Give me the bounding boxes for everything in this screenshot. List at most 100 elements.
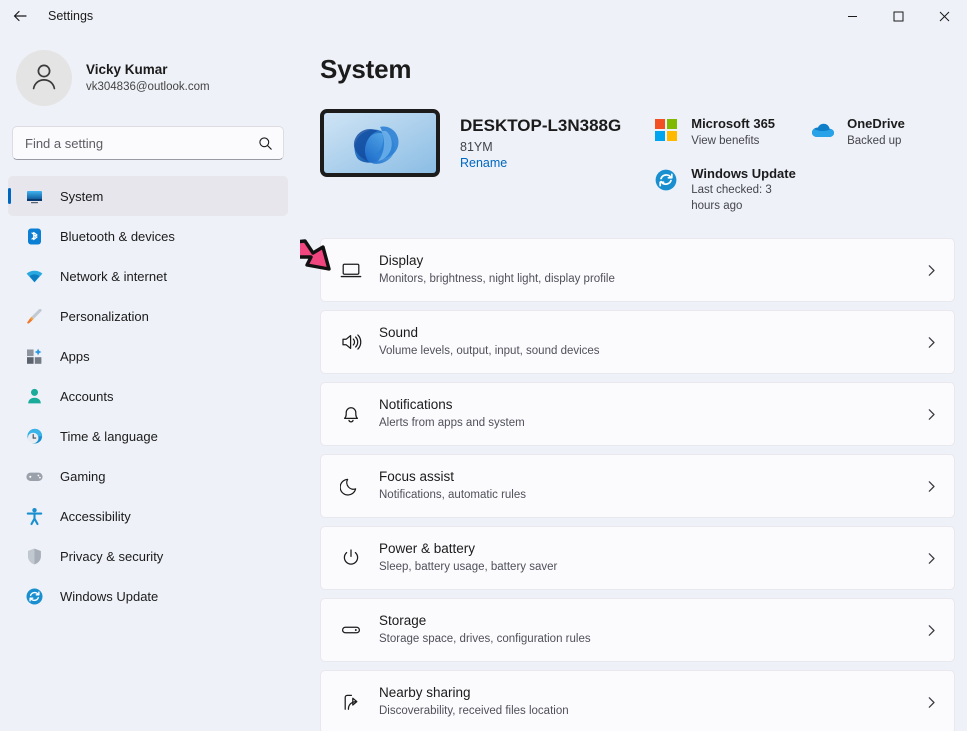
minimize-icon bbox=[847, 11, 858, 22]
chevron-right-icon[interactable] bbox=[925, 696, 938, 709]
sidebar-item-time-language[interactable]: Time & language bbox=[8, 416, 288, 456]
minimize-button[interactable] bbox=[829, 0, 875, 32]
chevron-right-icon[interactable] bbox=[925, 264, 938, 277]
microsoft-logo-icon bbox=[653, 117, 679, 143]
chevron-right-icon[interactable] bbox=[925, 480, 938, 493]
search-icon[interactable] bbox=[258, 136, 273, 151]
sidebar-item-label: Bluetooth & devices bbox=[60, 228, 175, 244]
status-card-subtitle: Backed up bbox=[847, 134, 902, 147]
chevron-right-icon[interactable] bbox=[925, 408, 938, 421]
back-button[interactable] bbox=[0, 0, 40, 32]
nearby-share-icon bbox=[333, 691, 369, 713]
sidebar: Vicky Kumar vk304836@outlook.com Find a … bbox=[0, 32, 300, 731]
maximize-button[interactable] bbox=[875, 0, 921, 32]
settings-row-display[interactable]: Display Monitors, brightness, night ligh… bbox=[300, 238, 955, 303]
settings-row-subtitle: Discoverability, received files location bbox=[379, 705, 569, 718]
sidebar-item-privacy-security[interactable]: Privacy & security bbox=[8, 536, 288, 576]
sidebar-item-label: Gaming bbox=[60, 468, 106, 484]
settings-row-title: Nearby sharing bbox=[379, 685, 471, 701]
sidebar-nav: System Bluetooth & devices Network & int… bbox=[0, 176, 300, 616]
settings-row-subtitle: Alerts from apps and system bbox=[379, 417, 525, 430]
close-icon bbox=[939, 11, 950, 22]
chevron-right-icon[interactable] bbox=[925, 624, 938, 637]
status-card-windows-update[interactable]: Windows Update Last checked: 3 hours ago bbox=[653, 165, 799, 215]
settings-row-focus-assist[interactable]: Focus assist Notifications, automatic ru… bbox=[320, 454, 955, 519]
sidebar-item-label: Personalization bbox=[60, 308, 149, 324]
device-model: 81YM bbox=[460, 140, 493, 155]
window-controls bbox=[829, 0, 967, 32]
sidebar-item-windows-update[interactable]: Windows Update bbox=[8, 576, 288, 616]
settings-row-title: Display bbox=[379, 253, 424, 269]
main-content: System DESKTOP-L3N388G 81YM Rename Micro… bbox=[300, 32, 967, 731]
device-name: DESKTOP-L3N388G bbox=[460, 116, 622, 135]
windows-bloom-wallpaper bbox=[324, 113, 436, 173]
sidebar-item-network-internet[interactable]: Network & internet bbox=[8, 256, 288, 296]
search-box[interactable] bbox=[12, 126, 284, 160]
settings-row-title: Notifications bbox=[379, 397, 453, 413]
windows-update-icon bbox=[653, 167, 679, 193]
status-card-microsoft-365[interactable]: Microsoft 365 View benefits bbox=[653, 115, 799, 149]
settings-row-sound[interactable]: Sound Volume levels, output, input, soun… bbox=[320, 310, 955, 375]
moon-icon bbox=[333, 475, 369, 497]
settings-row-subtitle: Notifications, automatic rules bbox=[379, 489, 527, 502]
account-name: Vicky Kumar bbox=[86, 61, 168, 77]
settings-row-title: Power & battery bbox=[379, 541, 476, 557]
sidebar-item-system[interactable]: System bbox=[8, 176, 288, 216]
settings-row-subtitle: Storage space, drives, configuration rul… bbox=[379, 633, 591, 646]
page-title: System bbox=[320, 54, 412, 84]
sidebar-item-apps[interactable]: Apps bbox=[8, 336, 288, 376]
rename-link[interactable]: Rename bbox=[460, 156, 507, 170]
device-thumbnail bbox=[320, 109, 440, 177]
sidebar-item-accessibility[interactable]: Accessibility bbox=[8, 496, 288, 536]
sidebar-item-label: Time & language bbox=[60, 428, 158, 444]
window-title: Settings bbox=[48, 9, 94, 23]
sidebar-item-label: Accessibility bbox=[60, 508, 131, 524]
sidebar-item-bluetooth-devices[interactable]: Bluetooth & devices bbox=[8, 216, 288, 256]
avatar bbox=[16, 50, 72, 106]
settings-row-nearby-sharing[interactable]: Nearby sharing Discoverability, received… bbox=[320, 670, 955, 731]
sidebar-item-personalization[interactable]: Personalization bbox=[8, 296, 288, 336]
status-card-title: OneDrive bbox=[847, 116, 905, 131]
accessibility-person-icon bbox=[24, 506, 44, 526]
sidebar-item-label: Privacy & security bbox=[60, 548, 164, 564]
status-card-title: Windows Update bbox=[691, 165, 796, 181]
sidebar-item-label: Network & internet bbox=[60, 268, 167, 284]
chevron-right-icon[interactable] bbox=[925, 552, 938, 565]
sidebar-item-label: Apps bbox=[60, 348, 90, 364]
maximize-icon bbox=[893, 11, 904, 22]
search-input[interactable] bbox=[25, 135, 258, 151]
system-monitor-icon bbox=[24, 186, 44, 206]
back-arrow-icon bbox=[12, 8, 28, 24]
settings-row-power-battery[interactable]: Power & battery Sleep, battery usage, ba… bbox=[320, 526, 955, 591]
display-monitor-icon bbox=[333, 259, 369, 281]
settings-row-title: Focus assist bbox=[379, 469, 455, 485]
windows-update-icon bbox=[24, 586, 44, 606]
device-summary: DESKTOP-L3N388G 81YM Rename Microsoft 36… bbox=[320, 109, 955, 214]
wifi-icon bbox=[24, 266, 44, 286]
chevron-right-icon[interactable] bbox=[925, 336, 938, 349]
settings-row-storage[interactable]: Storage Storage space, drives, configura… bbox=[320, 598, 955, 663]
settings-row-notifications[interactable]: Notifications Alerts from apps and syste… bbox=[320, 382, 955, 447]
account-section[interactable]: Vicky Kumar vk304836@outlook.com bbox=[0, 32, 300, 120]
gamepad-icon bbox=[24, 466, 44, 486]
status-card-title: Microsoft 365 bbox=[691, 116, 776, 131]
sidebar-item-accounts[interactable]: Accounts bbox=[8, 376, 288, 416]
status-card-subtitle: View benefits bbox=[691, 134, 760, 147]
close-button[interactable] bbox=[921, 0, 967, 32]
paintbrush-icon bbox=[24, 306, 44, 326]
status-cards: Microsoft 365 View benefits OneDrive Bac… bbox=[653, 109, 955, 214]
status-card-onedrive[interactable]: OneDrive Backed up bbox=[809, 115, 955, 149]
power-icon bbox=[333, 547, 369, 569]
clock-globe-icon bbox=[24, 426, 44, 446]
sidebar-item-label: Windows Update bbox=[60, 588, 159, 604]
shield-icon bbox=[24, 546, 44, 566]
settings-row-title: Sound bbox=[379, 325, 419, 341]
account-person-icon bbox=[24, 386, 44, 406]
settings-rows: Display Monitors, brightness, night ligh… bbox=[300, 238, 955, 731]
settings-row-subtitle: Sleep, battery usage, battery saver bbox=[379, 561, 558, 574]
settings-row-subtitle: Monitors, brightness, night light, displ… bbox=[379, 273, 615, 286]
sidebar-item-gaming[interactable]: Gaming bbox=[8, 456, 288, 496]
person-avatar-icon bbox=[27, 59, 61, 98]
titlebar: Settings bbox=[0, 0, 967, 32]
sidebar-item-label: Accounts bbox=[60, 388, 114, 404]
